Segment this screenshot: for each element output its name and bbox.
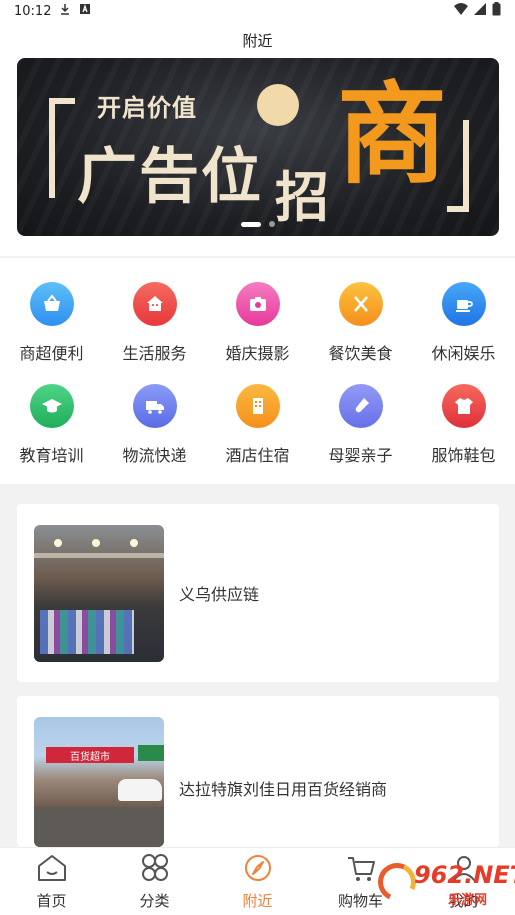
- category-label: 餐饮美食: [328, 344, 393, 363]
- hotel-icon: [235, 384, 280, 428]
- thumb-shelf: [34, 552, 164, 558]
- thumb-light: [130, 538, 138, 547]
- page-title: 附近: [242, 31, 273, 50]
- utensils-icon: [338, 282, 383, 326]
- store-name: 义乌供应链: [179, 585, 260, 604]
- thumb-light: [92, 538, 100, 547]
- thumb-car: [118, 779, 162, 801]
- category-item[interactable]: 商超便利: [0, 282, 103, 370]
- store-name: 达拉特旗刘佳日用百货经销商: [179, 780, 388, 799]
- truck-icon: [132, 384, 177, 428]
- banner-bracket-right: [447, 120, 469, 212]
- baby-bottle-icon: [338, 384, 383, 428]
- category-label: 母婴亲子: [328, 446, 393, 465]
- thumb-shop-sign-secondary: [138, 745, 164, 761]
- banner-pager[interactable]: [241, 221, 275, 227]
- status-bar: 10:12: [0, 0, 515, 22]
- tab-label: 首页: [36, 892, 67, 910]
- shirt-icon: [441, 384, 486, 428]
- category-label: 商超便利: [19, 344, 84, 363]
- store-thumbnail: [34, 524, 164, 662]
- cup-icon: [441, 282, 486, 326]
- home-icon: [35, 852, 69, 884]
- site-watermark: 962.NET 乐游网: [372, 857, 515, 909]
- pager-dot[interactable]: [269, 221, 275, 227]
- signal-icon: [474, 3, 486, 19]
- category-item[interactable]: 酒店住宿: [206, 384, 309, 472]
- basket-icon: [29, 282, 74, 326]
- thumb-shop-sign: 百货超市: [46, 747, 134, 763]
- banner-line4: 商: [337, 71, 447, 199]
- tab-nearby[interactable]: 附近: [206, 848, 309, 915]
- wifi-icon: [454, 3, 468, 19]
- graduation-cap-icon: [29, 384, 74, 428]
- category-item[interactable]: 餐饮美食: [309, 282, 412, 370]
- banner-line3: 招: [275, 166, 329, 229]
- watermark-subtext: 乐游网: [448, 893, 488, 908]
- header: 附近: [0, 22, 515, 58]
- tab-category[interactable]: 分类: [103, 848, 206, 915]
- category-label: 物流快递: [122, 446, 187, 465]
- status-time: 10:12: [14, 3, 52, 19]
- ad-banner[interactable]: 开启价值 广告位 招 商: [17, 58, 499, 236]
- category-label: 服饰鞋包: [431, 446, 496, 465]
- thumb-light: [54, 538, 62, 547]
- tab-label: 附近: [242, 892, 273, 910]
- cart-icon: [344, 852, 378, 884]
- tab-label: 分类: [139, 892, 170, 910]
- thumb-goods: [40, 609, 134, 654]
- category-item[interactable]: 婚庆摄影: [206, 282, 309, 370]
- category-item[interactable]: 服饰鞋包: [412, 384, 515, 472]
- category-item[interactable]: 生活服务: [103, 282, 206, 370]
- store-card[interactable]: 百货超市 达拉特旗刘佳日用百货经销商: [17, 696, 499, 847]
- download-icon: [59, 3, 71, 19]
- category-label: 生活服务: [122, 344, 187, 363]
- thumb-ground: [34, 807, 164, 847]
- category-item[interactable]: 教育培训: [0, 384, 103, 472]
- category-grid: 商超便利 生活服务 婚庆摄影 餐饮美食 休闲娱乐 教育培训 物流快递 酒店住宿 …: [0, 282, 515, 472]
- notification-a-icon: [79, 3, 91, 19]
- store-thumbnail: 百货超市: [34, 717, 164, 847]
- house-icon: [132, 282, 177, 326]
- store-card[interactable]: 义乌供应链: [17, 504, 499, 682]
- category-label: 教育培训: [19, 446, 84, 465]
- banner-line2: 广告位: [77, 142, 263, 212]
- category-icon: [138, 852, 172, 884]
- category-label: 酒店住宿: [225, 446, 290, 465]
- category-item[interactable]: 母婴亲子: [309, 384, 412, 472]
- banner-section: 开启价值 广告位 招 商: [0, 58, 515, 256]
- pager-dot-active[interactable]: [241, 221, 261, 227]
- tab-home[interactable]: 首页: [0, 848, 103, 915]
- category-label: 休闲娱乐: [431, 344, 496, 363]
- banner-bracket-left: [49, 98, 75, 198]
- banner-circle-decoration: [257, 84, 299, 126]
- category-item[interactable]: 物流快递: [103, 384, 206, 472]
- banner-line1: 开启价值: [97, 94, 197, 122]
- battery-icon: [492, 2, 501, 20]
- watermark-text: 962.NET: [414, 861, 515, 889]
- category-panel: 商超便利 生活服务 婚庆摄影 餐饮美食 休闲娱乐 教育培训 物流快递 酒店住宿 …: [0, 258, 515, 484]
- compass-icon: [241, 852, 275, 884]
- category-item[interactable]: 休闲娱乐: [412, 282, 515, 370]
- category-label: 婚庆摄影: [225, 344, 290, 363]
- camera-icon: [235, 282, 280, 326]
